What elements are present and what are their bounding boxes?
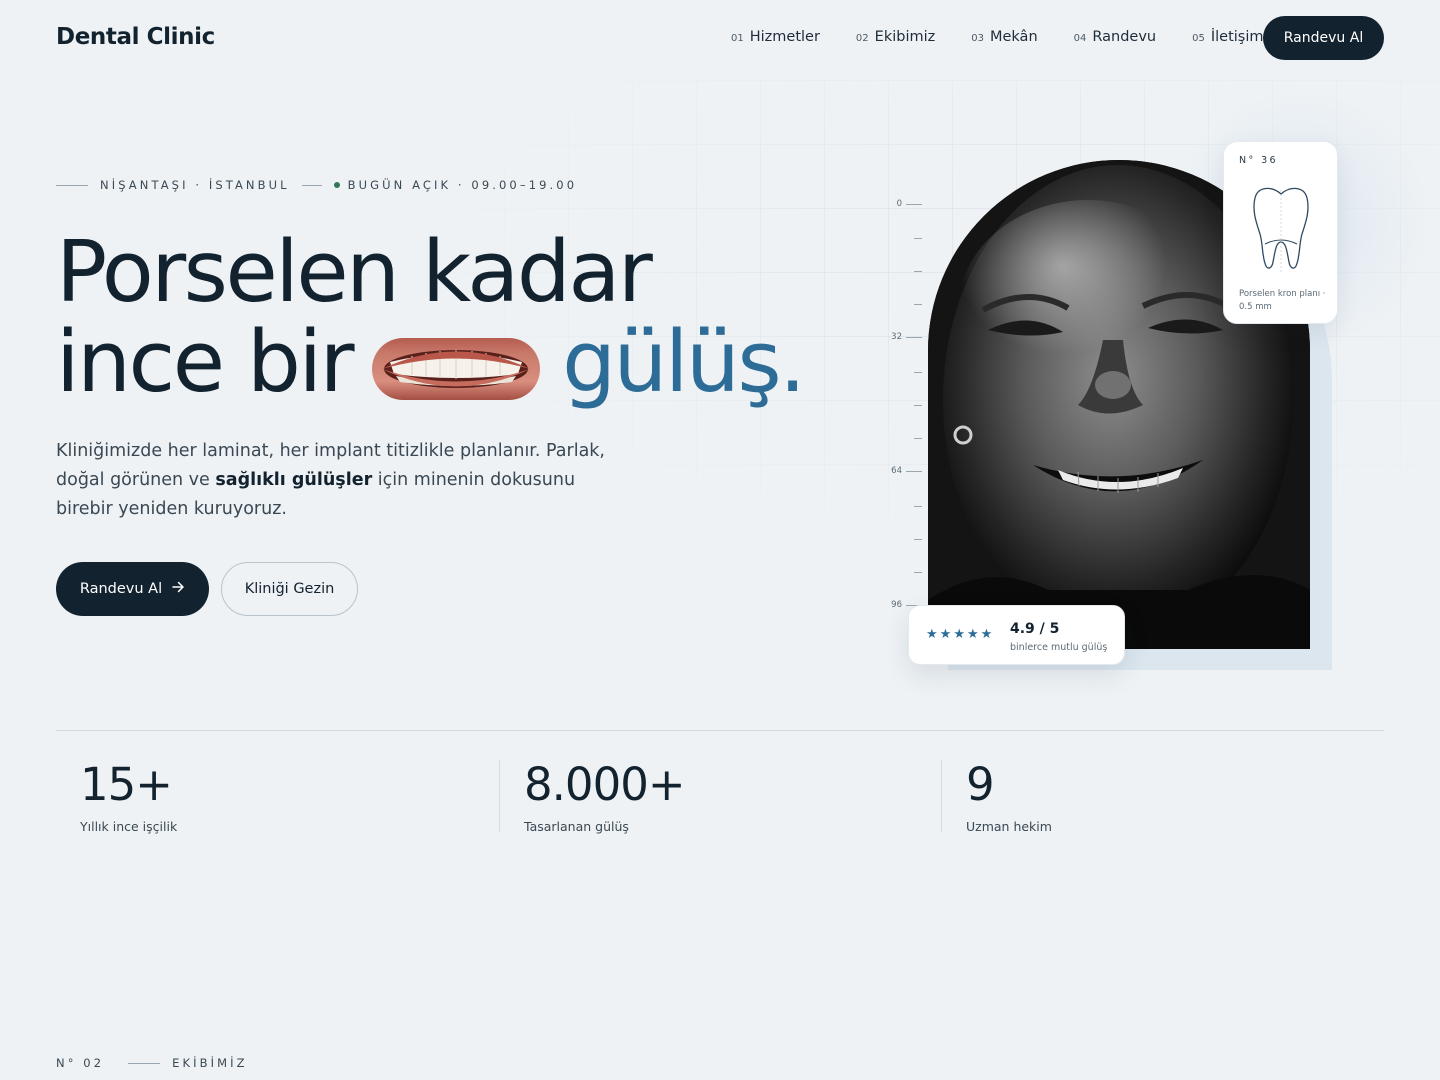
nav-label: Hizmetler bbox=[749, 29, 820, 45]
ruler-tick bbox=[906, 471, 922, 472]
nav-number: 05 bbox=[1192, 33, 1205, 44]
stat-label: Tasarlanan gülüş bbox=[524, 819, 629, 834]
star-icon: ★ bbox=[939, 627, 952, 642]
tooth-number: N° 36 bbox=[1239, 155, 1278, 166]
tooth-icon bbox=[1253, 187, 1309, 272]
star-icon: ★ bbox=[953, 627, 965, 642]
nav-item-mekan[interactable]: 03 Mekân bbox=[971, 29, 1037, 45]
rating-subtitle: binlerce mutlu gülüş bbox=[1010, 642, 1108, 653]
stat-value: 9 bbox=[966, 758, 995, 811]
ruler-tick bbox=[914, 506, 922, 507]
ruler-tick bbox=[914, 238, 922, 239]
main-nav: 01 Hizmetler 02 Ekibimiz 03 Mekân 04 Ran… bbox=[731, 29, 1264, 45]
headline-line-2: ince bir gülüş. bbox=[56, 313, 806, 412]
stat-doctors: 9 Uzman hekim bbox=[966, 758, 1052, 834]
location-text: NİŞANTAŞI · İSTANBUL bbox=[100, 178, 290, 192]
ruler-tick bbox=[914, 572, 922, 573]
eyebrow-line bbox=[301, 184, 322, 186]
header-appointment-button[interactable]: Randevu Al bbox=[1263, 16, 1384, 60]
stats-divider bbox=[56, 730, 1384, 731]
stat-value: 15+ bbox=[80, 758, 173, 811]
section-line bbox=[128, 1062, 161, 1064]
star-icon: ★ bbox=[966, 627, 979, 642]
hero-description: Kliniğimizde her laminat, her implant ti… bbox=[56, 437, 636, 524]
section-title: EKİBİMİZ bbox=[172, 1056, 248, 1070]
stat-value: 8.000+ bbox=[524, 758, 686, 811]
stat-separator bbox=[941, 760, 942, 832]
nav-number: 03 bbox=[971, 33, 984, 44]
team-section-label: N° 02 EKİBİMİZ bbox=[56, 1056, 248, 1070]
nav-item-ekibimiz[interactable]: 02 Ekibimiz bbox=[856, 29, 935, 45]
rating-card: ★ ★ ★ ★ ★ 4.9 / 5 binlerce mutlu gülüş bbox=[908, 605, 1125, 665]
star-icon: ★ bbox=[980, 627, 993, 642]
nav-label: Randevu bbox=[1092, 29, 1157, 45]
arrow-right-icon bbox=[172, 581, 185, 597]
ruler-tick bbox=[914, 539, 922, 540]
tooth-info-card: N° 36 Porselen kron planı · 0.5 mm bbox=[1223, 141, 1338, 324]
lead-emphasis: sağlıklı gülüşler bbox=[215, 470, 373, 490]
measurement-ruler: 0 32 64 96 bbox=[884, 196, 924, 626]
ruler-tick bbox=[906, 337, 922, 338]
opening-hours-text: BUGÜN AÇIK · 09.00–19.00 bbox=[347, 178, 578, 192]
nav-item-randevu[interactable]: 04 Randevu bbox=[1074, 29, 1156, 45]
ruler-tick bbox=[906, 204, 922, 205]
open-status-dot bbox=[333, 182, 340, 188]
ruler-label: 96 bbox=[891, 600, 902, 610]
headline-accent: gülüş. bbox=[562, 313, 806, 412]
ruler-label: 0 bbox=[896, 199, 902, 209]
nav-label: Mekân bbox=[989, 29, 1038, 45]
stat-smiles: 8.000+ Tasarlanan gülüş bbox=[524, 758, 686, 834]
star-icon: ★ bbox=[926, 627, 938, 642]
ruler-label: 64 bbox=[891, 466, 902, 476]
brand-logo[interactable]: Dental Clinic bbox=[56, 24, 215, 50]
headline-text: ince bir bbox=[56, 313, 355, 412]
ruler-label: 32 bbox=[891, 332, 902, 342]
stat-experience: 15+ Yıllık ince işçilik bbox=[80, 758, 178, 834]
nav-number: 01 bbox=[731, 33, 744, 44]
tour-clinic-button[interactable]: Kliniği Gezin bbox=[221, 562, 358, 616]
rating-value: 4.9 / 5 bbox=[1010, 621, 1060, 637]
eyebrow-line bbox=[56, 184, 88, 186]
nav-label: İletişim bbox=[1210, 29, 1264, 45]
section-number: N° 02 bbox=[56, 1056, 105, 1070]
nav-item-hizmetler[interactable]: 01 Hizmetler bbox=[731, 29, 820, 45]
stat-label: Uzman hekim bbox=[966, 819, 1052, 834]
ruler-tick bbox=[914, 405, 922, 406]
appointment-button[interactable]: Randevu Al bbox=[56, 562, 209, 616]
headline-line-1: Porselen kadar bbox=[56, 223, 653, 322]
rating-stars: ★ ★ ★ ★ ★ bbox=[926, 627, 992, 642]
nav-number: 04 bbox=[1073, 33, 1087, 44]
appointment-button-label: Randevu Al bbox=[79, 581, 163, 597]
ruler-tick bbox=[914, 372, 922, 373]
nav-label: Ekibimiz bbox=[874, 29, 936, 45]
nav-item-iletisim[interactable]: 05 İletişim bbox=[1192, 29, 1263, 45]
hero-eyebrow: NİŞANTAŞI · İSTANBUL BUGÜN AÇIK · 09.00–… bbox=[56, 178, 577, 192]
stat-separator bbox=[499, 760, 500, 832]
ruler-tick bbox=[914, 438, 922, 439]
smile-teeth-image bbox=[372, 337, 541, 400]
tooth-caption: Porselen kron planı · 0.5 mm bbox=[1239, 289, 1326, 312]
ruler-tick bbox=[914, 271, 922, 272]
ruler-tick bbox=[914, 304, 922, 305]
stat-label: Yıllık ince işçilik bbox=[80, 819, 178, 834]
nav-number: 02 bbox=[855, 33, 869, 44]
